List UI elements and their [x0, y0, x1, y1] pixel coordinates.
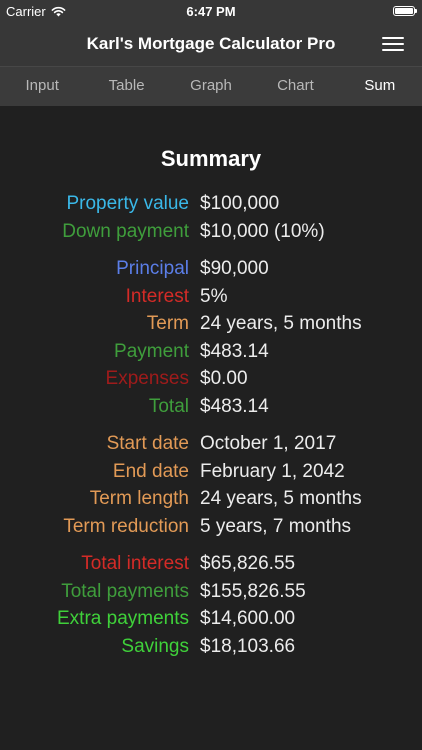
tab-table[interactable]: Table: [84, 67, 168, 106]
summary-row-label: Term: [146, 313, 189, 334]
summary-row-label: Interest: [125, 285, 189, 307]
summary-row: Total $483.14: [0, 394, 422, 422]
summary-row-label: Start date: [106, 433, 189, 454]
summary-row-label: Down payment: [62, 220, 189, 242]
summary-row: Total payments $155,826.55: [0, 579, 422, 607]
tab-graph[interactable]: Graph: [169, 67, 253, 106]
summary-row: Term 24 years, 5 months: [0, 311, 422, 339]
summary-row-value: $18,103.66: [200, 635, 296, 657]
summary-row-value: $65,826.55: [200, 553, 296, 574]
summary-row-label: Expenses: [105, 368, 189, 389]
summary-row-label: Term length: [89, 488, 189, 509]
summary-group: Principal $90,000 Interest 5% Term 24 years, …: [0, 256, 422, 421]
summary-row: Savings $18,103.66: [0, 634, 422, 662]
status-time: 6:47 PM: [186, 4, 236, 19]
summary-row-value: $100,000: [200, 193, 280, 214]
summary-row-label: Savings: [121, 635, 189, 657]
summary-group: Start date October 1, 2017 End date Februar…: [0, 431, 422, 541]
summary-row: Term reduction 5 years, 7 months: [0, 514, 422, 542]
summary-row: End date February 1, 2042: [0, 459, 422, 487]
summary-row-value: $483.14: [200, 395, 269, 417]
summary-row: Total interest $65,826.55: [0, 551, 422, 579]
summary-row-value: October 1, 2017: [200, 433, 337, 454]
summary-row-value: 24 years, 5 months: [200, 488, 362, 509]
summary-row: Start date October 1, 2017: [0, 431, 422, 459]
summary-row-label: Total: [148, 395, 189, 417]
tab-input[interactable]: Input: [0, 67, 84, 106]
summary-row-value: February 1, 2042: [200, 460, 345, 482]
summary-row-value: $0.00: [200, 368, 248, 389]
summary-row-value: 5%: [200, 285, 228, 307]
summary-row: Payment $483.14: [0, 339, 422, 367]
summary-row-value: 5 years, 7 months: [200, 515, 352, 537]
summary-title: Summary: [160, 146, 262, 171]
summary-row-label: Total interest: [81, 553, 189, 574]
summary-row: Principal $90,000: [0, 256, 422, 284]
navigation-bar: Karl's Mortgage Calculator Pro: [0, 22, 422, 66]
summary-row: Term length 24 years, 5 months: [0, 486, 422, 514]
summary-row: Extra payments $14,600.00: [0, 606, 422, 634]
summary-row-label: Extra payments: [57, 608, 189, 629]
summary-panel: Summary Property value $100,000 Down payme…: [0, 106, 422, 750]
hamburger-menu-icon[interactable]: [382, 36, 404, 52]
summary-row: Expenses $0.00: [0, 366, 422, 394]
summary-row-value: $155,826.55: [200, 580, 306, 602]
tab-sum[interactable]: Sum: [338, 67, 422, 106]
tab-chart[interactable]: Chart: [253, 67, 337, 106]
summary-row-label: Property value: [66, 193, 189, 214]
summary-row-value: 24 years, 5 months: [200, 313, 362, 334]
status-bar: Carrier 6:47 PM: [0, 0, 422, 22]
summary-row-value: $483.14: [200, 340, 269, 362]
summary-row-label: End date: [112, 460, 189, 482]
battery-icon: [393, 6, 417, 16]
summary-row-value: $14,600.00: [200, 608, 296, 629]
summary-group: Total interest $65,826.55 Total payments $1…: [0, 551, 422, 661]
summary-group: Property value $100,000 Down payment $10,00…: [0, 191, 422, 246]
summary-row: Interest 5%: [0, 284, 422, 312]
tab-bar: Input Table Graph Chart Sum: [0, 66, 422, 106]
summary-row-label: Payment: [114, 340, 189, 362]
summary-row-label: Total payments: [61, 580, 189, 602]
summary-row: Property value $100,000: [0, 191, 422, 219]
app-title: Karl's Mortgage Calculator Pro: [86, 34, 336, 53]
summary-row-label: Principal: [116, 258, 189, 279]
summary-row-value: $10,000 (10%): [200, 220, 325, 242]
summary-row-value: $90,000: [200, 258, 269, 279]
summary-row-label: Term reduction: [63, 515, 189, 537]
summary-row: Down payment $10,000 (10%): [0, 219, 422, 247]
